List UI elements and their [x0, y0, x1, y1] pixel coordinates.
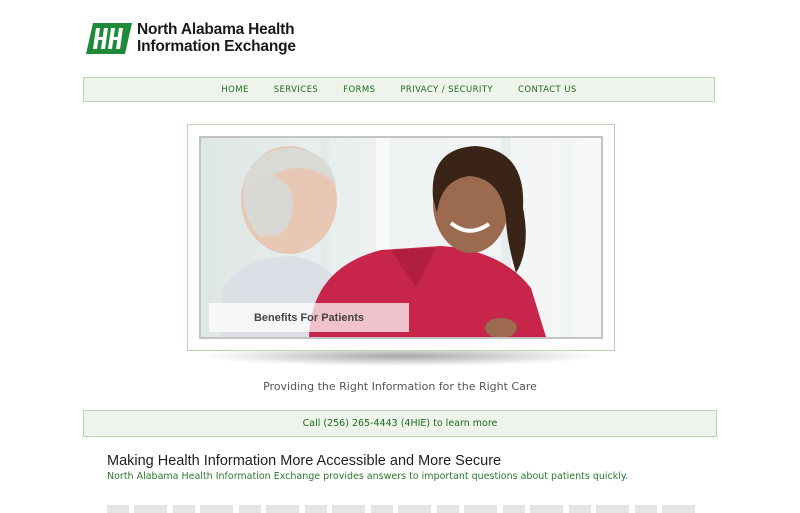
logo-text: North Alabama Health Information Exchang… — [137, 21, 296, 55]
main-nav: HOME SERVICES FORMS PRIVACY / SECURITY C… — [83, 77, 715, 102]
hero-caption[interactable]: Benefits For Patients — [209, 303, 409, 332]
nav-home[interactable]: HOME — [221, 85, 248, 95]
logo-line-2: Information Exchange — [137, 38, 296, 55]
hero-slideshow[interactable]: Benefits For Patients — [199, 136, 603, 339]
site-logo[interactable]: North Alabama Health Information Exchang… — [86, 21, 296, 55]
logo-line-1: North Alabama Health — [137, 21, 295, 38]
section-subheadline: North Alabama Health Information Exchang… — [107, 471, 629, 482]
call-to-action-text: Call (256) 265-4443 (4HIE) to learn more — [302, 418, 498, 429]
tagline: Providing the Right Information for the … — [263, 380, 537, 393]
section-headline: Making Health Information More Accessibl… — [107, 453, 502, 469]
nav-contact-us[interactable]: CONTACT US — [518, 85, 577, 95]
call-to-action-bar: Call (256) 265-4443 (4HIE) to learn more — [83, 410, 717, 437]
nav-services[interactable]: SERVICES — [274, 85, 318, 95]
nav-forms[interactable]: FORMS — [343, 85, 375, 95]
hh-logo-icon — [86, 22, 132, 54]
nav-privacy-security[interactable]: PRIVACY / SECURITY — [400, 85, 493, 95]
